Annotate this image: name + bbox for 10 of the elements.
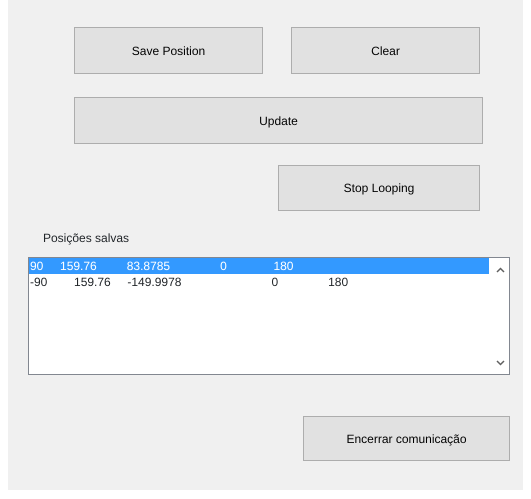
button[interactable]: Encerrar comunicação bbox=[303, 416, 510, 461]
button[interactable]: Save Position bbox=[74, 27, 263, 74]
button[interactable]: Update bbox=[74, 97, 483, 144]
button[interactable]: Stop Looping bbox=[278, 165, 480, 211]
saved-positions-list[interactable]: 90 159.76 83.8785 0 180 -90 159.76 -149.9978 0 180 bbox=[28, 257, 510, 375]
scroll-down-icon[interactable] bbox=[496, 360, 505, 366]
button[interactable]: Clear bbox=[291, 27, 480, 74]
list-item[interactable]: -90 159.76 -149.9978 0 180 bbox=[29, 274, 489, 290]
list-label: Posições salvas bbox=[43, 230, 130, 247]
scroll-up-icon[interactable] bbox=[496, 267, 505, 273]
